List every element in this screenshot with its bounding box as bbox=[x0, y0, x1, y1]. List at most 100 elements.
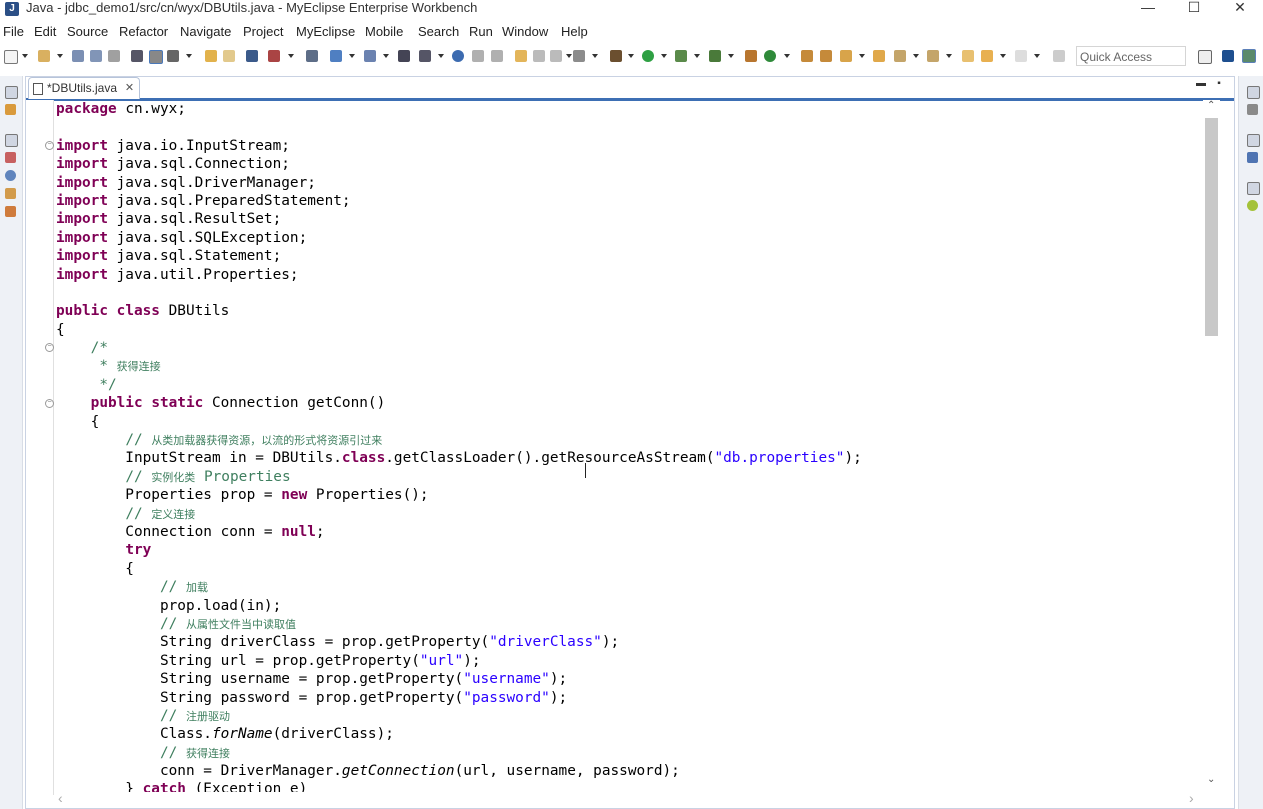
code-line[interactable]: */ bbox=[56, 376, 1199, 394]
package-icon[interactable] bbox=[515, 50, 527, 62]
minimize-button[interactable]: — bbox=[1125, 0, 1171, 18]
last-edit-icon[interactable] bbox=[962, 50, 974, 62]
menu-myeclipse[interactable]: MyEclipse bbox=[296, 22, 355, 42]
code-editor[interactable]: package cn.wyx;​import java.io.InputStre… bbox=[56, 100, 1199, 795]
pen-icon[interactable] bbox=[167, 50, 179, 62]
restore-icon[interactable] bbox=[1247, 182, 1260, 195]
chevron-down-icon[interactable] bbox=[592, 54, 598, 58]
scroll-left-icon[interactable]: ‹ bbox=[58, 790, 63, 806]
code-line[interactable]: String password = prop.getProperty("pass… bbox=[56, 689, 1199, 707]
chevron-down-icon[interactable] bbox=[383, 54, 389, 58]
code-line[interactable]: // 从属性文件当中读取值 bbox=[56, 615, 1199, 633]
javadoc-icon[interactable] bbox=[5, 170, 16, 181]
code-line[interactable]: // 注册驱动 bbox=[56, 707, 1199, 725]
chevron-down-icon[interactable] bbox=[57, 54, 63, 58]
menu-project[interactable]: Project bbox=[243, 22, 283, 42]
chevron-down-icon[interactable] bbox=[186, 54, 192, 58]
forward-icon[interactable] bbox=[1015, 50, 1027, 62]
server-icon[interactable] bbox=[268, 50, 280, 62]
maximize-button[interactable]: ☐ bbox=[1171, 0, 1217, 18]
menu-help[interactable]: Help bbox=[561, 22, 588, 42]
close-tab-icon[interactable]: ✕ bbox=[125, 78, 134, 98]
code-line[interactable]: import java.sql.ResultSet; bbox=[56, 210, 1199, 228]
code-line[interactable]: String username = prop.getProperty("user… bbox=[56, 670, 1199, 688]
code-line[interactable]: import java.sql.PreparedStatement; bbox=[56, 192, 1199, 210]
fold-collapse-icon[interactable]: − bbox=[45, 141, 54, 150]
restore-icon[interactable] bbox=[1247, 134, 1260, 147]
redo-icon[interactable] bbox=[223, 50, 235, 62]
code-line[interactable]: { bbox=[56, 321, 1199, 339]
debug-icon[interactable] bbox=[246, 50, 258, 62]
tool-icon[interactable] bbox=[472, 50, 484, 62]
menu-navigate[interactable]: Navigate bbox=[180, 22, 231, 42]
problems-icon[interactable] bbox=[5, 152, 16, 163]
deploy-icon[interactable] bbox=[330, 50, 342, 62]
open-resource-icon[interactable] bbox=[820, 50, 832, 62]
code-line[interactable]: try bbox=[56, 541, 1199, 559]
declaration-icon[interactable] bbox=[5, 188, 16, 199]
code-line[interactable]: // 从类加载器获得资源，以流的形式将资源引过来 bbox=[56, 431, 1199, 449]
code-line[interactable]: { bbox=[56, 413, 1199, 431]
search-icon[interactable] bbox=[364, 50, 376, 62]
code-line[interactable]: Properties prop = new Properties(); bbox=[56, 486, 1199, 504]
save-all-icon[interactable] bbox=[90, 50, 102, 62]
code-line[interactable]: InputStream in = DBUtils.class.getClassL… bbox=[56, 449, 1199, 467]
code-line[interactable]: /* bbox=[56, 339, 1199, 357]
prev-annotation-icon[interactable] bbox=[927, 50, 939, 62]
code-line[interactable]: // 加载 bbox=[56, 578, 1199, 596]
chevron-down-icon[interactable] bbox=[661, 54, 667, 58]
toggle-icon[interactable] bbox=[149, 50, 163, 64]
chevron-down-icon[interactable] bbox=[1034, 54, 1040, 58]
disk-icon[interactable] bbox=[533, 50, 545, 62]
menu-mobile[interactable]: Mobile bbox=[365, 22, 403, 42]
bug-icon[interactable] bbox=[610, 50, 622, 62]
scroll-thumb[interactable] bbox=[1205, 118, 1218, 336]
code-line[interactable]: String url = prop.getProperty("url"); bbox=[56, 652, 1199, 670]
code-line[interactable]: ​ bbox=[56, 284, 1199, 302]
code-line[interactable]: Connection conn = null; bbox=[56, 523, 1199, 541]
code-line[interactable]: package cn.wyx; bbox=[56, 100, 1199, 118]
globe-icon[interactable] bbox=[452, 50, 464, 62]
vertical-scrollbar[interactable]: ⌃ ⌄ bbox=[1203, 100, 1220, 792]
restore-icon[interactable] bbox=[5, 86, 18, 99]
chevron-down-icon[interactable] bbox=[694, 54, 700, 58]
console-icon[interactable] bbox=[5, 206, 16, 217]
chevron-down-icon[interactable] bbox=[1000, 54, 1006, 58]
external-tools-icon[interactable] bbox=[745, 50, 757, 62]
horizontal-scrollbar[interactable]: ‹ › bbox=[56, 790, 1203, 807]
layout-icon[interactable] bbox=[419, 50, 431, 62]
code-line[interactable]: public class DBUtils bbox=[56, 302, 1199, 320]
scroll-up-icon[interactable]: ⌃ bbox=[1207, 100, 1215, 111]
code-line[interactable]: import java.sql.Statement; bbox=[56, 247, 1199, 265]
code-line[interactable]: conn = DriverManager.getConnection(url, … bbox=[56, 762, 1199, 780]
menu-edit[interactable]: Edit bbox=[34, 22, 56, 42]
disk-icon[interactable] bbox=[550, 50, 562, 62]
run-config-icon[interactable] bbox=[675, 50, 687, 62]
chevron-down-icon[interactable] bbox=[22, 54, 28, 58]
code-line[interactable]: // 实例化类 Properties bbox=[56, 468, 1199, 486]
outline-icon[interactable] bbox=[1247, 104, 1258, 115]
maximize-editor-icon[interactable]: ▪ bbox=[1214, 79, 1224, 89]
code-line[interactable]: import java.sql.DriverManager; bbox=[56, 174, 1199, 192]
run-icon[interactable] bbox=[642, 50, 654, 62]
code-line[interactable]: { bbox=[56, 560, 1199, 578]
fold-collapse-icon[interactable]: − bbox=[45, 399, 54, 408]
code-line[interactable]: public static Connection getConn() bbox=[56, 394, 1199, 412]
hierarchy-icon[interactable] bbox=[398, 50, 410, 62]
code-line[interactable]: Class.forName(driverClass); bbox=[56, 725, 1199, 743]
undo-icon[interactable] bbox=[205, 50, 217, 62]
terminal-icon[interactable] bbox=[131, 50, 143, 62]
print-icon[interactable] bbox=[108, 50, 120, 62]
menu-refactor[interactable]: Refactor bbox=[119, 22, 168, 42]
open-type-icon[interactable] bbox=[801, 50, 813, 62]
menu-search[interactable]: Search bbox=[418, 22, 459, 42]
pin-icon[interactable] bbox=[1053, 50, 1065, 62]
tool-icon[interactable] bbox=[491, 50, 503, 62]
chevron-down-icon[interactable] bbox=[566, 54, 572, 58]
chevron-down-icon[interactable] bbox=[859, 54, 865, 58]
package-explorer-icon[interactable] bbox=[5, 104, 16, 115]
chevron-down-icon[interactable] bbox=[349, 54, 355, 58]
new-project-icon[interactable] bbox=[38, 50, 50, 62]
code-line[interactable]: // 获得连接 bbox=[56, 744, 1199, 762]
restore-icon[interactable] bbox=[1247, 86, 1260, 99]
